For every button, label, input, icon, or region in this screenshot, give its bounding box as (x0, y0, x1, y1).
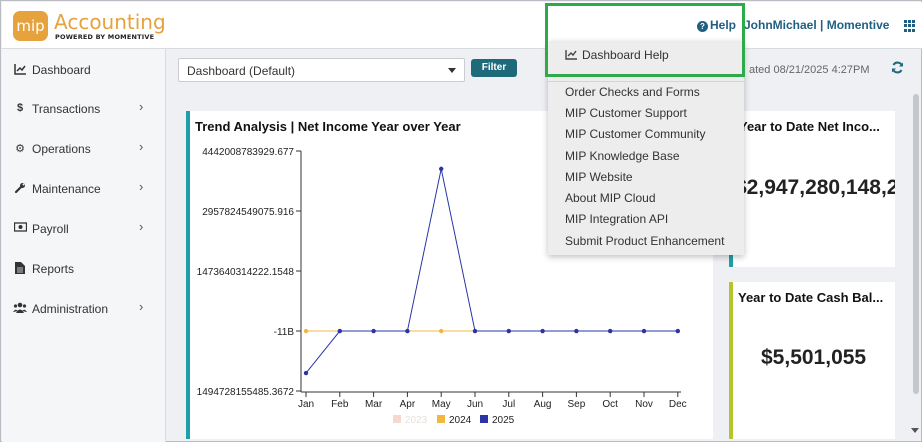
sidebar-item-label: Dashboard (32, 63, 91, 77)
cash-balance-value: $5,501,055 (761, 346, 867, 369)
x-tick-label: Oct (602, 399, 618, 410)
top-bar: mip Accounting POWERED BY MOMENTIVE ? Hel… (2, 2, 922, 49)
legend-swatch-2025 (480, 415, 488, 423)
x-tick-label: Apr (400, 399, 416, 410)
legend-swatch-2024 (437, 415, 445, 423)
user-name: JohnMichael (744, 18, 817, 32)
menu-item-order-checks[interactable]: Order Checks and Forms (565, 85, 700, 99)
sidebar-item-operations[interactable]: ⚙ Operations › (2, 134, 166, 164)
data-point-2024 (303, 328, 309, 334)
data-point-2024 (439, 328, 444, 334)
legend-label-2025: 2025 (492, 415, 515, 426)
user-menu[interactable]: JohnMichael | Momentive (744, 18, 889, 32)
file-icon (13, 262, 27, 276)
data-point-2025 (641, 328, 647, 334)
logo-badge[interactable]: mip (13, 11, 48, 41)
menu-item-knowledge-base[interactable]: MIP Knowledge Base (565, 149, 680, 163)
app-subtitle: POWERED BY MOMENTIVE (55, 33, 155, 41)
chart-line-icon (13, 63, 27, 77)
filter-button[interactable]: Filter (471, 59, 517, 77)
app-title: Accounting (54, 10, 166, 34)
menu-item-product-enhancement[interactable]: Submit Product Enhancement (565, 234, 724, 248)
menu-item-integration-api[interactable]: MIP Integration API (565, 212, 668, 226)
x-tick-label: Aug (534, 399, 552, 410)
sidebar-item-label: Maintenance (32, 182, 101, 196)
menu-item-about-mip-cloud[interactable]: About MIP Cloud (565, 191, 656, 205)
chevron-right-icon: › (139, 99, 144, 114)
sidebar-item-reports[interactable]: Reports (2, 254, 166, 284)
sidebar-item-dashboard[interactable]: Dashboard (2, 55, 166, 85)
cash-balance-card: Year to Date Cash Bal... $5,501,055 (729, 282, 895, 439)
data-point-2025 (337, 328, 342, 334)
x-tick-label: Nov (635, 399, 653, 410)
vertical-scrollbar[interactable] (913, 94, 919, 394)
net-income-card: Year to Date Net Inco... $2,947,280,148,… (729, 111, 895, 267)
y-tick-label: 2957824549075.916 (202, 207, 294, 218)
dashboard-select-value: Dashboard (Default) (187, 64, 296, 78)
dashboard-select[interactable]: Dashboard (Default) (178, 58, 465, 82)
sidebar-item-transactions[interactable]: $ Transactions › (2, 94, 166, 124)
legend-swatch-2023 (393, 415, 401, 423)
data-point-2025 (675, 328, 680, 334)
x-tick-label: Mar (365, 399, 383, 410)
sidebar-item-label: Reports (32, 262, 75, 276)
x-tick-label: Jan (298, 399, 314, 410)
sidebar-item-payroll[interactable]: Payroll › (2, 214, 166, 244)
scroll-down-icon[interactable] (911, 428, 919, 433)
sidebar-item-label: Transactions (32, 102, 101, 116)
data-point-2025 (371, 328, 376, 334)
sidebar-item-administration[interactable]: Administration › (2, 294, 166, 324)
x-tick-label: Feb (331, 399, 349, 410)
legend-label-2023: 2023 (405, 415, 428, 426)
x-tick-label: Jun (467, 399, 483, 410)
data-point-2025 (608, 328, 613, 334)
y-tick-label: 4442008783929.677 (202, 147, 294, 158)
cash-balance-title: Year to Date Cash Bal... (738, 290, 884, 305)
sidebar-item-label: Operations (32, 142, 91, 156)
app-window: mip Accounting POWERED BY MOMENTIVE ? Hel… (0, 0, 922, 442)
cogs-icon: ⚙ (15, 143, 25, 155)
y-tick-label: 1473640314222.1548 (197, 267, 295, 278)
sidebar: Dashboard $ Transactions › ⚙ Operations … (2, 49, 166, 442)
net-income-value: $2,947,280,148,2 (735, 176, 895, 199)
refresh-icon[interactable] (891, 61, 904, 77)
menu-item-customer-support[interactable]: MIP Customer Support (565, 106, 687, 120)
data-point-2025 (472, 328, 478, 334)
money-bill-icon (13, 222, 27, 236)
sidebar-item-label: Administration (32, 302, 109, 316)
chevron-right-icon: › (139, 139, 144, 154)
sidebar-item-maintenance[interactable]: Maintenance › (2, 174, 166, 204)
grid-icon[interactable] (904, 20, 916, 32)
data-point-2025 (506, 328, 511, 334)
users-icon (13, 302, 27, 316)
chevron-right-icon: › (139, 219, 144, 234)
wrench-icon (13, 182, 27, 196)
chevron-right-icon: › (139, 299, 144, 314)
data-point-2025 (439, 166, 444, 172)
x-tick-label: Sep (568, 399, 586, 410)
x-tick-label: May (432, 399, 451, 410)
legend-label-2024: 2024 (449, 415, 472, 426)
y-tick-label: -11B (274, 327, 295, 338)
data-point-2025 (574, 328, 579, 334)
updated-timestamp: ated 08/21/2025 4:27PM (749, 64, 870, 76)
data-point-2025 (303, 370, 309, 376)
caret-down-icon (448, 68, 456, 73)
y-tick-label: 1494728155485.3672 (197, 387, 295, 398)
data-point-2025 (540, 328, 545, 334)
user-separator: | (820, 18, 824, 32)
net-income-title: Year to Date Net Inco... (739, 119, 880, 134)
sidebar-item-label: Payroll (32, 222, 69, 236)
menu-divider (548, 81, 744, 82)
menu-item-customer-community[interactable]: MIP Customer Community (565, 127, 705, 141)
chevron-right-icon: › (139, 179, 144, 194)
x-tick-label: Dec (669, 399, 687, 410)
menu-item-mip-website[interactable]: MIP Website (565, 170, 633, 184)
x-tick-label: Jul (502, 399, 515, 410)
company-name: Momentive (826, 18, 890, 32)
help-highlight-box (545, 3, 745, 77)
dollar-icon: $ (16, 102, 24, 114)
data-point-2025 (405, 328, 410, 334)
